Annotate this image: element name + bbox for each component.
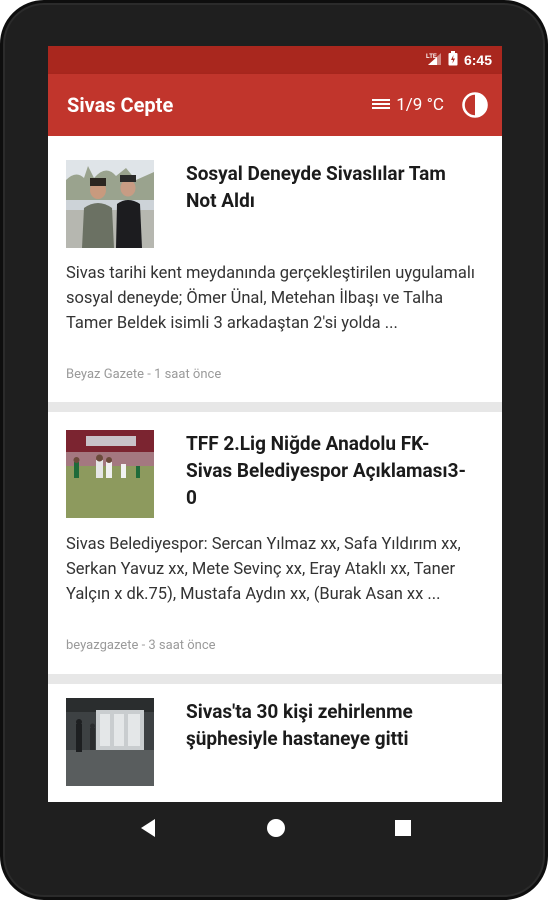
lte-signal-icon: LTE (426, 51, 442, 70)
back-button[interactable] (137, 815, 159, 845)
news-card[interactable]: Sosyal Deneyde Sivaslılar Tam Not Aldı S… (48, 136, 502, 402)
home-button[interactable] (264, 815, 288, 845)
status-icons: LTE 6:45 (426, 46, 492, 74)
status-bar: LTE 6:45 (48, 46, 502, 74)
network-type-label: LTE (426, 54, 437, 60)
weather-temperature: 1/9 °C (396, 95, 444, 115)
news-thumbnail[interactable] (66, 160, 154, 248)
news-description: Sivas tarihi kent meydanında gerçekleşti… (66, 264, 475, 333)
app-bar: Sivas Cepte 1/9 °C (48, 74, 502, 136)
status-time: 6:45 (463, 52, 492, 68)
news-card[interactable]: TFF 2.Lig Niğde Anadolu FK- Sivas Beledi… (48, 412, 502, 674)
news-source-time: beyazgazete - 3 saat önce (66, 638, 216, 653)
back-icon (141, 819, 155, 837)
news-description: Sivas Belediyespor: Sercan Yılmaz xx, Sa… (66, 535, 461, 604)
weather-widget[interactable]: 1/9 °C (371, 74, 444, 136)
navigation-bar (0, 802, 548, 856)
fog-icon (371, 95, 391, 115)
news-thumbnail[interactable] (66, 430, 154, 518)
home-icon (267, 819, 285, 837)
screen: LTE 6:45 Sivas Cepte 1/9 °C Sosyal Deney… (48, 46, 502, 802)
news-title[interactable]: Sosyal Deneyde Sivaslılar Tam Not Aldı (186, 160, 476, 214)
news-thumbnail[interactable] (66, 698, 154, 786)
news-title[interactable]: Sivas'ta 30 kişi zehirlenme şüphesiyle h… (186, 698, 476, 752)
recents-icon (395, 820, 411, 836)
news-source-time: Beyaz Gazete - 1 saat önce (66, 367, 222, 382)
news-feed[interactable]: Sosyal Deneyde Sivaslılar Tam Not Aldı S… (48, 136, 502, 802)
battery-icon (448, 50, 458, 70)
tablet-device: LTE 6:45 Sivas Cepte 1/9 °C Sosyal Deney… (0, 0, 548, 900)
contrast-icon (462, 92, 488, 118)
news-title[interactable]: TFF 2.Lig Niğde Anadolu FK- Sivas Beledi… (186, 430, 476, 511)
theme-toggle-button[interactable] (460, 90, 490, 120)
app-title: Sivas Cepte (67, 93, 174, 117)
news-card[interactable]: Sivas'ta 30 kişi zehirlenme şüphesiyle h… (48, 684, 502, 802)
recents-button[interactable] (392, 815, 414, 845)
